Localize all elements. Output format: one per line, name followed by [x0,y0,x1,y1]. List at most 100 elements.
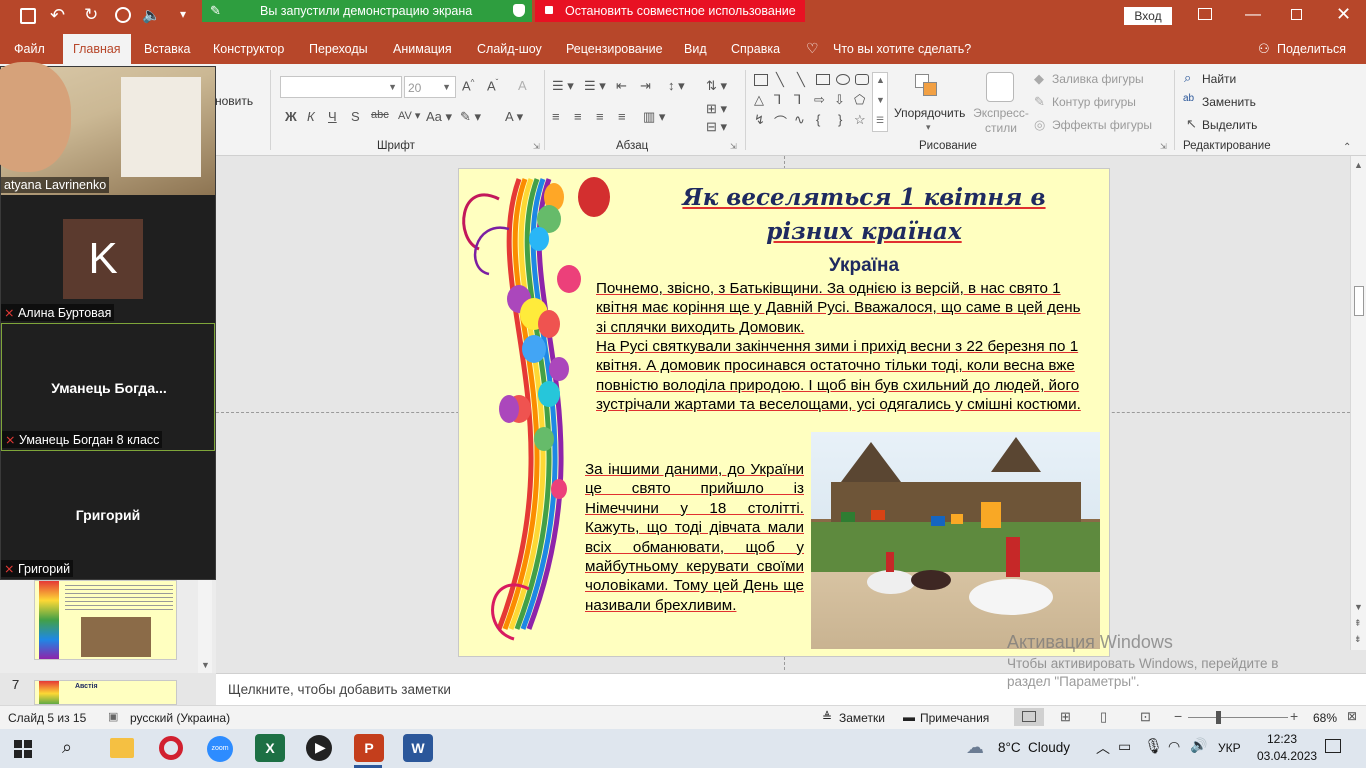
zoom-slider-thumb[interactable] [1216,711,1221,724]
search-icon[interactable]: ⌕ [62,737,72,758]
line-spacing-icon[interactable]: ↕ ▾ [668,78,685,94]
restore-icon[interactable] [1291,9,1302,20]
redo-icon[interactable]: ↻ [84,5,98,25]
slide-thumbnail[interactable] [34,580,177,660]
strikethrough-icon[interactable]: abc [371,109,389,121]
participant-tile[interactable]: atyana Lavrinenko [0,62,215,195]
shape-effects-button[interactable]: Эффекты фигуры [1052,118,1152,132]
microphone-icon[interactable]: 🎙 [1144,737,1163,755]
close-icon[interactable]: ✕ [1336,4,1351,25]
shape-fill-button[interactable]: Заливка фигуры [1052,72,1144,86]
clock-time[interactable]: 12:23 [1267,732,1297,746]
reset-label[interactable]: новить [215,94,253,108]
language-indicator[interactable]: русский (Украина) [130,711,230,725]
keyboard-language[interactable]: УКР [1218,741,1241,755]
file-explorer-icon[interactable] [110,738,134,758]
font-size-select[interactable]: 20 ▼ [404,76,456,98]
tab-file[interactable]: Файл [14,34,45,64]
weather-temp[interactable]: 8°C [998,740,1021,755]
replace-button[interactable]: Заменить [1202,95,1256,109]
word-icon[interactable]: W [403,734,433,762]
tell-me-input[interactable]: Что вы хотите сделать? [833,34,971,64]
text-direction-icon[interactable]: ⇅ ▾ [706,78,727,94]
zoom-out-icon[interactable]: − [1174,708,1182,724]
excel-icon[interactable]: X [255,734,285,762]
comments-button[interactable]: Примечания [920,711,989,725]
slide-sorter-icon[interactable]: ⊞ [1060,709,1071,725]
font-shrink-icon[interactable]: Aˇ [487,78,498,93]
weather-desc[interactable]: Cloudy [1028,740,1070,755]
speaker-icon[interactable]: 🔈 [142,6,161,24]
zoom-level[interactable]: 68% [1313,711,1337,725]
tab-review[interactable]: Рецензирование [566,34,663,64]
find-button[interactable]: Найти [1202,72,1236,86]
save-icon[interactable] [20,8,36,24]
paragraph-dialog-launcher-icon[interactable]: ⇲ [730,142,737,151]
align-right-icon[interactable]: ≡ [596,109,604,124]
spellcheck-icon[interactable]: ▣ [108,710,118,723]
font-grow-icon[interactable]: A^ [462,78,474,93]
slide-thumbnail[interactable]: Австія [34,680,177,705]
share-button[interactable]: Поделиться [1277,34,1346,64]
windows-start-icon[interactable] [14,740,32,758]
underline-icon[interactable]: Ч [328,109,337,124]
tab-animation[interactable]: Анимация [393,34,452,64]
shapes-scroll[interactable]: ▲ ▼ ☰ [872,72,888,132]
shadow-icon[interactable]: S [351,109,360,124]
clock-date[interactable]: 03.04.2023 [1257,749,1317,763]
participant-tile[interactable]: Григорий ⨯ Григорий [1,451,215,579]
zoom-slider[interactable] [1188,717,1288,718]
undo-icon[interactable]: ↶ [50,5,65,26]
tab-view[interactable]: Вид [684,34,707,64]
decrease-indent-icon[interactable]: ⇤ [616,78,627,94]
collapse-ribbon-icon[interactable]: ⌃ [1343,142,1351,153]
select-button[interactable]: Выделить [1202,118,1257,132]
tab-design[interactable]: Конструктор [213,34,284,64]
slideshow-icon[interactable]: ⊡ [1140,709,1151,725]
smartart-icon[interactable]: ⊟ ▾ [706,119,727,135]
numbering-icon[interactable]: ☰ ▾ [584,78,606,94]
vertical-scrollbar[interactable]: ▲ ▼ ⇞ ⇟ [1350,156,1366,650]
media-player-icon[interactable]: ▶ [306,735,332,761]
participant-tile[interactable]: K ⨯ Алина Буртовая [1,195,215,323]
powerpoint-icon[interactable]: P [354,734,384,762]
ribbon-display-icon[interactable] [1198,8,1212,20]
bold-icon[interactable]: Ж [285,109,297,124]
highlight-icon[interactable]: ✎ ▾ [460,109,481,125]
stop-share-button[interactable]: Остановить совместное использование [535,0,805,22]
tab-home[interactable]: Главная [63,34,131,64]
notes-button[interactable]: Заметки [839,711,885,725]
wifi-icon[interactable]: ◠ [1168,738,1180,755]
font-dialog-launcher-icon[interactable]: ⇲ [533,142,540,151]
clear-format-icon[interactable]: A [518,78,527,93]
zoom-app-icon[interactable]: zoom [207,736,233,762]
font-color-icon[interactable]: A ▾ [505,109,523,125]
fit-slide-icon[interactable]: ⊠ [1347,709,1357,723]
minimize-icon[interactable]: — [1245,6,1261,24]
chevron-up-icon[interactable]: ︿ [1096,738,1110,758]
normal-view-button[interactable] [1014,708,1044,726]
font-name-select[interactable]: ▼ [280,76,402,98]
columns-icon[interactable]: ▥ ▾ [643,109,665,125]
quick-styles-icon[interactable] [986,72,1014,102]
align-left-icon[interactable]: ≡ [552,109,560,124]
signin-button[interactable]: Вход [1124,7,1172,25]
tab-slideshow[interactable]: Слайд-шоу [477,34,542,64]
zoom-in-icon[interactable]: + [1290,708,1298,724]
tab-insert[interactable]: Вставка [144,34,190,64]
notes-placeholder[interactable]: Щелкните, чтобы добавить заметки [228,682,451,697]
reading-view-icon[interactable]: ▯ [1100,709,1107,725]
change-case-icon[interactable]: Aa ▾ [426,109,452,125]
opera-icon[interactable] [159,736,183,760]
participant-tile[interactable]: Уманець Богда... ⨯ Уманець Богдан 8 клас… [1,323,215,451]
tab-help[interactable]: Справка [731,34,780,64]
thumbnail-scrollbar[interactable]: ▼ [198,580,212,673]
drawing-dialog-launcher-icon[interactable]: ⇲ [1160,142,1167,151]
arrange-button[interactable]: Упорядочить [894,106,965,120]
notification-icon[interactable] [1325,739,1341,753]
quick-styles-button[interactable]: Экспресс-стили [971,106,1031,136]
arrange-icon[interactable] [915,74,943,104]
shape-outline-button[interactable]: Контур фигуры [1052,95,1136,109]
justify-icon[interactable]: ≡ [618,109,626,124]
shapes-gallery[interactable]: ╲ ╲ △ ⅂ ⅂ ⇨ ⇩ ⬠ ↯ ⌒ ∿ { } ☆ [752,72,872,134]
